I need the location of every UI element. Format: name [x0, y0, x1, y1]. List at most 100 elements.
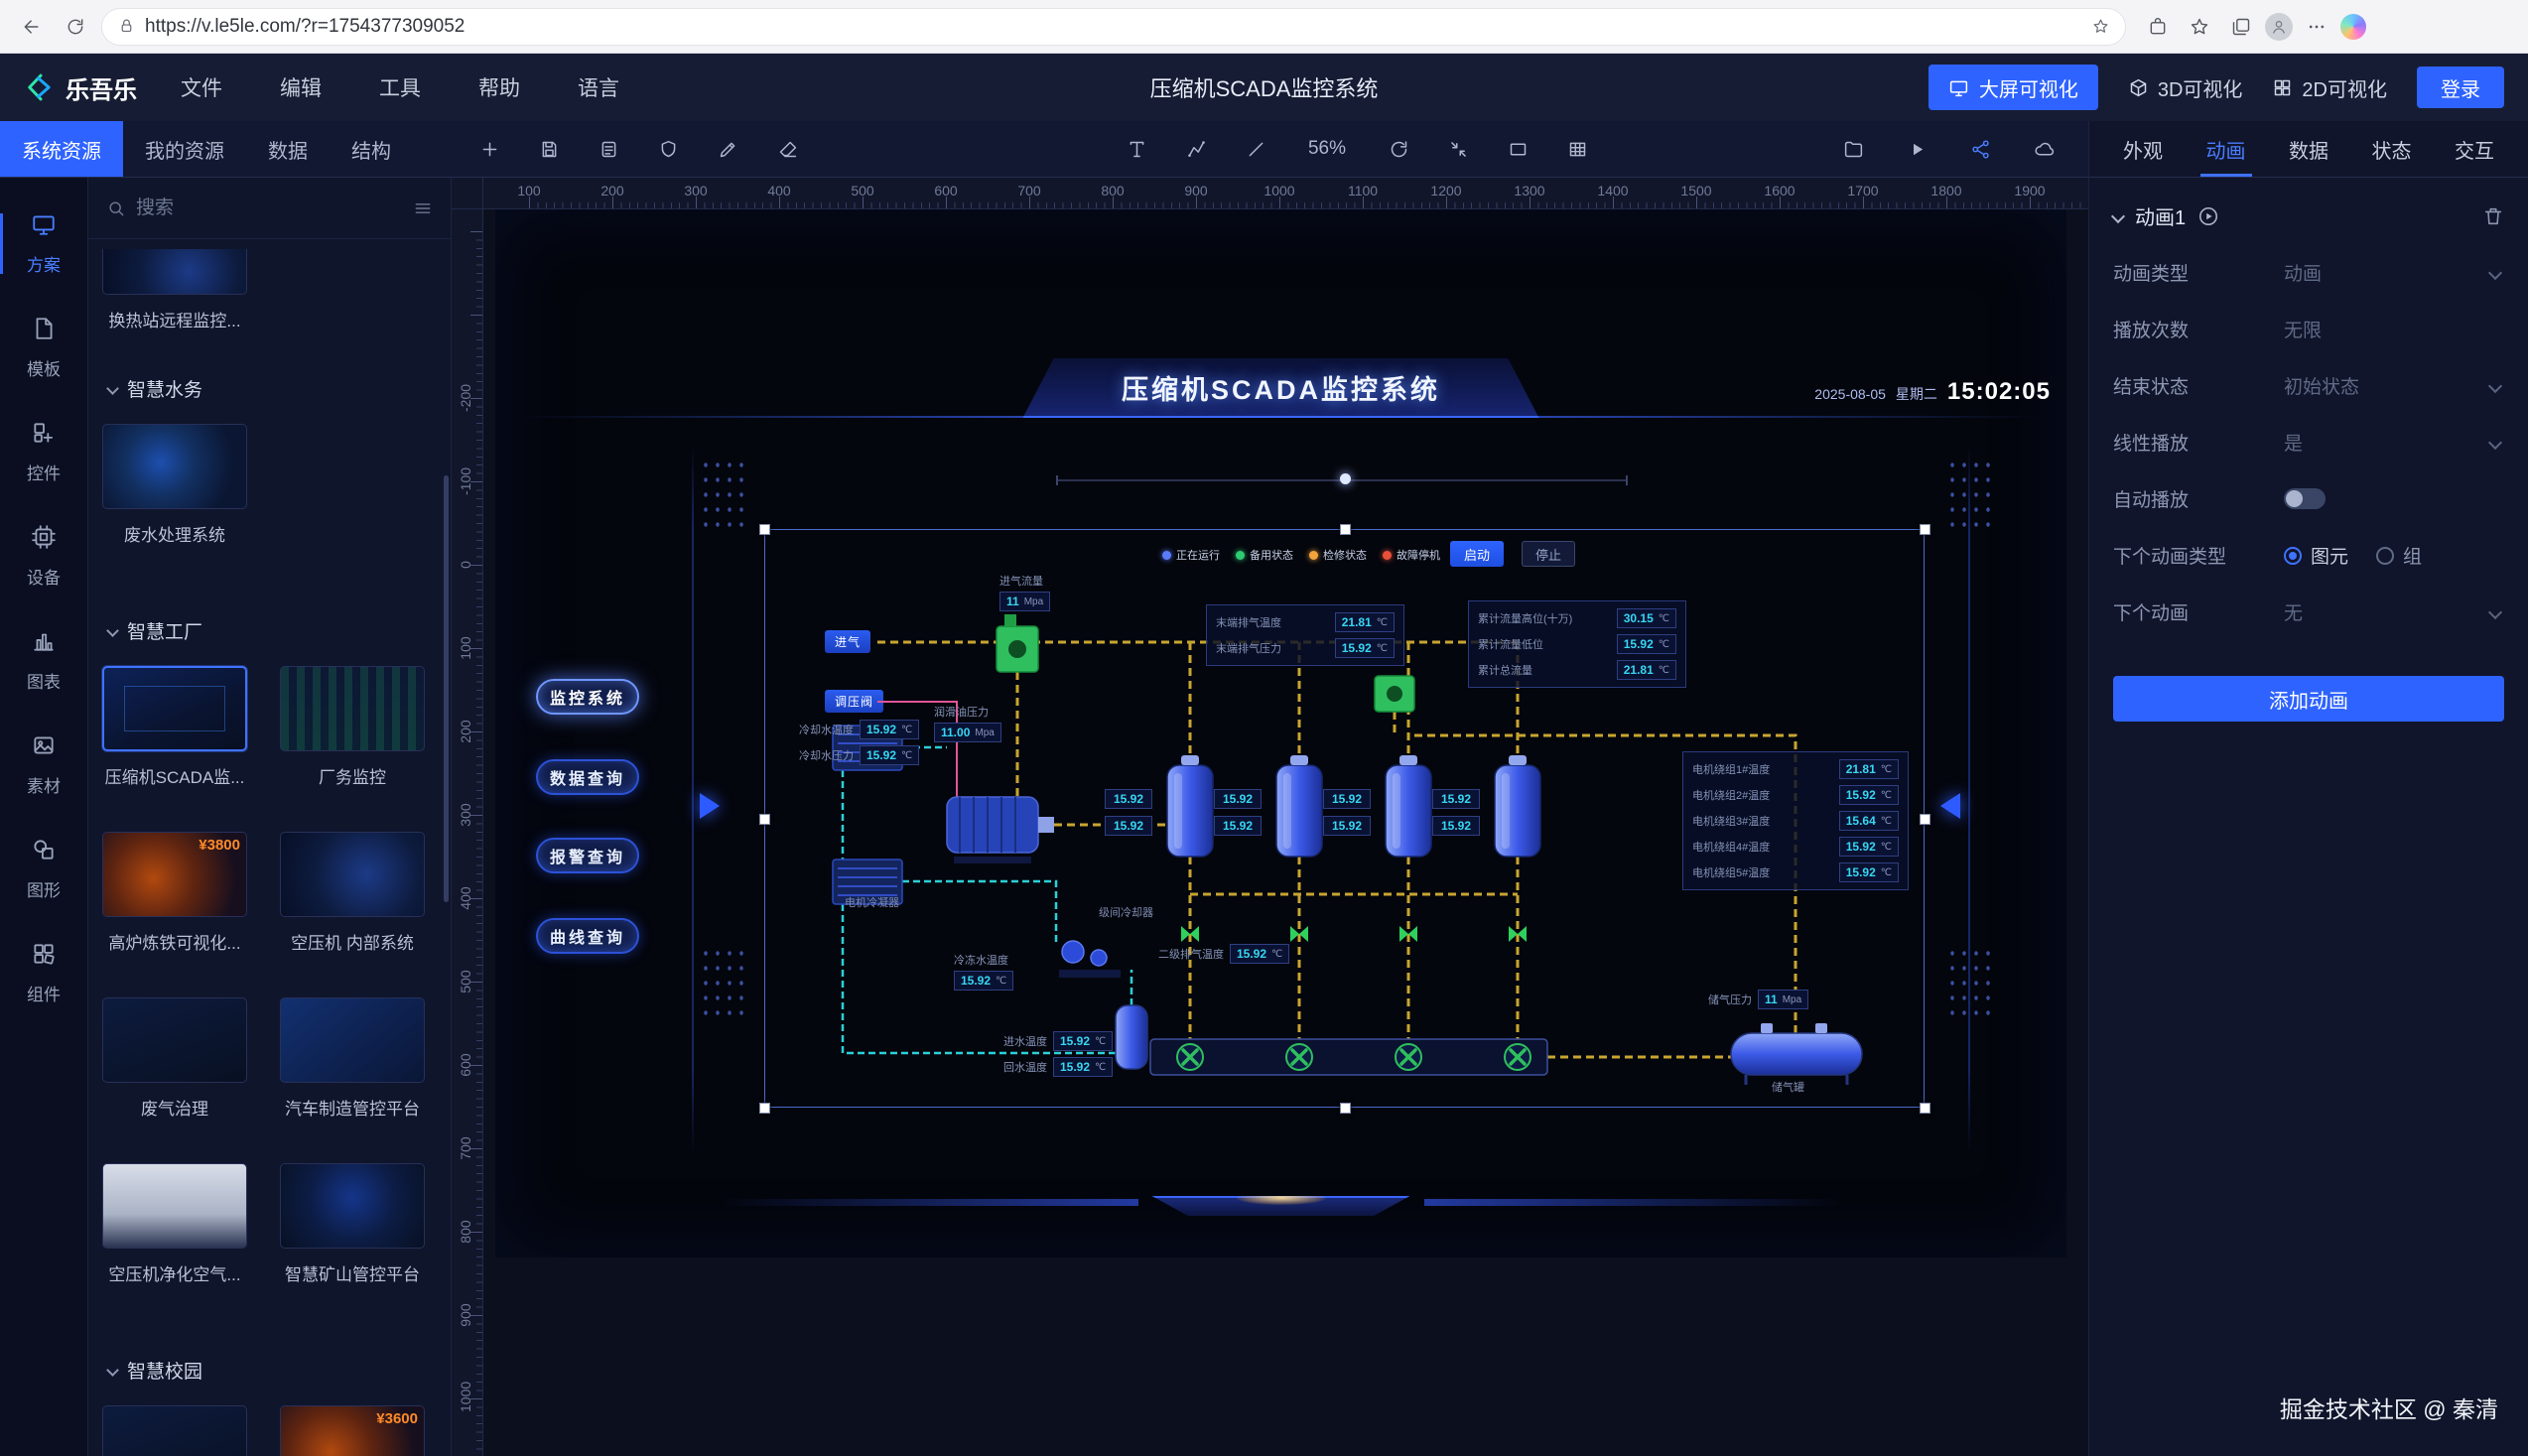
url-text[interactable]: https://v.le5le.com/?r=1754377309052 [145, 16, 2082, 38]
prop-value[interactable]: 动画 [2284, 259, 2462, 286]
share-icon[interactable] [1963, 132, 1997, 166]
rail-item-图形[interactable]: 图形 [0, 837, 87, 901]
pen-icon[interactable] [1179, 132, 1213, 166]
scada-menu-曲线查询[interactable]: 曲线查询 [536, 918, 639, 954]
menu-item-语言[interactable]: 语言 [578, 72, 619, 102]
list-item[interactable]: 空压机 内部系统 [280, 832, 425, 954]
zoom-level[interactable]: 56% [1298, 138, 1356, 160]
selection-handle[interactable] [759, 524, 770, 535]
thumbnail[interactable] [102, 249, 247, 295]
list-item[interactable]: ¥3600 [280, 1405, 425, 1456]
list-item[interactable]: 废气治理 [102, 997, 247, 1120]
canvas-surface[interactable]: 压缩机SCADA监控系统 2025-08-05 星期二 15:02:05 进气 [483, 209, 2088, 1456]
thumbnail[interactable] [280, 666, 425, 751]
bookmark-star-icon[interactable] [2092, 18, 2109, 35]
rail-item-组件[interactable]: 组件 [0, 941, 87, 1005]
library-scrollbar[interactable] [444, 475, 449, 902]
fit-icon[interactable] [1441, 132, 1475, 166]
scada-menu-监控系统[interactable]: 监控系统 [536, 679, 639, 715]
scada-menu-数据查询[interactable]: 数据查询 [536, 759, 639, 795]
app-logo[interactable]: 乐吾乐 [26, 70, 137, 105]
list-item[interactable]: ¥3800高炉炼铁可视化... [102, 832, 247, 954]
section-header-智慧工厂[interactable]: 智慧工厂 [108, 617, 437, 644]
scada-design[interactable]: 压缩机SCADA监控系统 2025-08-05 星期二 15:02:05 进气 [495, 209, 2066, 1257]
view-2d-button[interactable]: 2D可视化 [2272, 73, 2387, 102]
props-tab-外观[interactable]: 外观 [2123, 121, 2163, 177]
radio-option-图元[interactable]: 图元 [2284, 542, 2348, 569]
note-icon[interactable] [592, 132, 625, 166]
copilot-icon[interactable] [2340, 14, 2366, 40]
selection-handle[interactable] [1920, 814, 1930, 825]
add-icon[interactable] [472, 132, 506, 166]
tab-系统资源[interactable]: 系统资源 [0, 121, 123, 177]
thumbnail[interactable] [102, 1163, 247, 1249]
radio-option-组[interactable]: 组 [2376, 542, 2422, 569]
table-icon[interactable] [1560, 132, 1594, 166]
selection-handle[interactable] [1920, 1103, 1930, 1114]
section-header-智慧校园[interactable]: 智慧校园 [108, 1357, 437, 1384]
rail-item-素材[interactable]: 素材 [0, 732, 87, 797]
view-3d-button[interactable]: 3D可视化 [2128, 73, 2243, 102]
chevron-down-icon[interactable] [2488, 265, 2502, 279]
props-tab-数据[interactable]: 数据 [2289, 121, 2328, 177]
thumbnail[interactable] [280, 832, 425, 917]
rail-item-模板[interactable]: 模板 [0, 316, 87, 380]
text-icon[interactable] [1120, 132, 1153, 166]
list-item[interactable]: 换热站远程监控... [102, 249, 247, 331]
list-item[interactable] [102, 1405, 247, 1456]
menu-item-文件[interactable]: 文件 [181, 72, 222, 102]
line-icon[interactable] [1239, 132, 1272, 166]
thumbnail[interactable]: ¥3600 [280, 1405, 425, 1456]
cloud-icon[interactable] [2027, 132, 2061, 166]
extensions-icon[interactable] [2140, 9, 2176, 45]
favorites-icon[interactable] [2182, 9, 2217, 45]
list-item[interactable]: 废水处理系统 [102, 424, 247, 546]
selection-handle[interactable] [759, 814, 770, 825]
list-item[interactable]: 压缩机SCADA监... [102, 666, 247, 788]
folder-icon[interactable] [1836, 132, 1870, 166]
profile-avatar[interactable] [2265, 13, 2293, 41]
save-icon[interactable] [532, 132, 566, 166]
props-tab-交互[interactable]: 交互 [2455, 121, 2494, 177]
thumbnail[interactable] [102, 1405, 247, 1456]
chevron-down-icon[interactable] [2488, 435, 2502, 449]
prop-value[interactable]: 无限 [2284, 316, 2504, 342]
list-item[interactable]: 空压机净化空气... [102, 1163, 247, 1285]
play-circle-icon[interactable] [2197, 205, 2219, 227]
chevron-down-icon[interactable] [2111, 208, 2125, 222]
rect-icon[interactable] [1501, 132, 1534, 166]
scada-menu-报警查询[interactable]: 报警查询 [536, 838, 639, 873]
back-icon[interactable] [14, 9, 50, 45]
browser-menu-icon[interactable] [2299, 9, 2334, 45]
rail-item-图表[interactable]: 图表 [0, 628, 87, 693]
list-item[interactable]: 汽车制造管控平台 [280, 997, 425, 1120]
menu-item-工具[interactable]: 工具 [379, 72, 421, 102]
tab-数据[interactable]: 数据 [246, 121, 330, 177]
props-tab-动画[interactable]: 动画 [2206, 121, 2246, 177]
list-filter-icon[interactable] [413, 199, 433, 218]
chevron-down-icon[interactable] [2488, 604, 2502, 618]
prop-value[interactable]: 无 [2284, 598, 2462, 625]
chevron-down-icon[interactable] [2488, 378, 2502, 392]
thumbnail[interactable] [280, 1163, 425, 1249]
thumbnail[interactable] [102, 424, 247, 509]
reload-icon[interactable] [1382, 132, 1415, 166]
menu-item-编辑[interactable]: 编辑 [280, 72, 322, 102]
address-bar[interactable]: https://v.le5le.com/?r=1754377309052 [101, 8, 2126, 46]
collections-icon[interactable] [2223, 9, 2259, 45]
thumbnail[interactable] [102, 997, 247, 1083]
prop-value[interactable]: 是 [2284, 429, 2462, 456]
play-icon[interactable] [1900, 132, 1933, 166]
toggle-switch[interactable] [2284, 488, 2326, 509]
rail-item-设备[interactable]: 设备 [0, 524, 87, 589]
selection-handle[interactable] [1920, 524, 1930, 535]
props-tab-状态[interactable]: 状态 [2372, 121, 2412, 177]
refresh-icon[interactable] [58, 9, 93, 45]
thumbnail[interactable] [280, 997, 425, 1083]
site-security-icon[interactable] [118, 18, 135, 35]
search-input[interactable] [136, 198, 403, 219]
selection-handle[interactable] [1340, 524, 1351, 535]
section-header-智慧水务[interactable]: 智慧水务 [108, 375, 437, 402]
selection-handle[interactable] [759, 1103, 770, 1114]
login-button[interactable]: 登录 [2417, 66, 2504, 108]
